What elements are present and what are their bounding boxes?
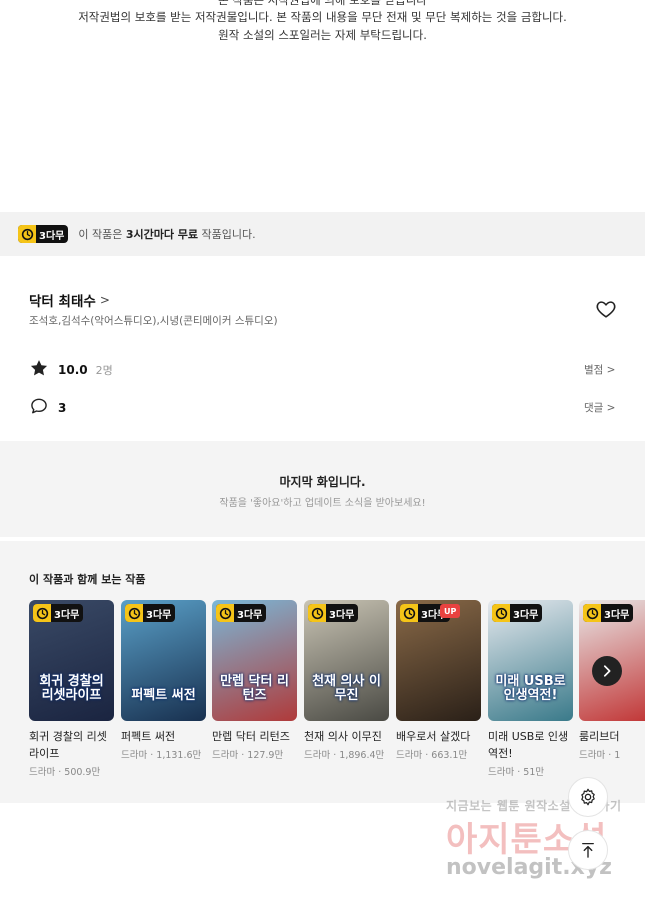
arrow-up-icon [582, 842, 594, 858]
recommendation-title[interactable]: 룸리브더 [579, 728, 645, 745]
rating-row: 10.0 2명 [29, 358, 113, 382]
free-badge: 3다무 [492, 604, 543, 622]
chevron-right-icon: > [99, 293, 110, 307]
recommendation-meta: 드라마 · 500.9만 [29, 767, 101, 778]
last-episode-title: 마지막 화입니다. [279, 475, 366, 489]
rating-score: 10.0 [58, 363, 88, 377]
free-badge-label: 3다무 [329, 609, 355, 621]
free-badge: 3다무 [125, 604, 176, 622]
free-badge-label: 3다무 [146, 609, 172, 621]
free-schedule-bar: 3다무 이 작품은 3시간마다 무료 작품입니다. [0, 212, 645, 256]
free-badge: 3다무 [33, 604, 84, 622]
notice-line-2: 원작 소설의 스포일러는 자제 부탁드립니다. [218, 28, 427, 42]
recommendation-title[interactable]: 배우로서 살겠다 [396, 728, 481, 745]
recommendation-title[interactable]: 만렙 닥터 리턴즈 [212, 728, 297, 745]
recommendations-section: 이 작품과 함께 보는 작품 3다무회귀 경찰의 리셋라이프회귀 경찰의 리셋 … [0, 541, 645, 803]
free-badge-label: 3다무 [604, 609, 630, 621]
cover-title-art: 퍼펙트 써전 [131, 688, 196, 703]
recommendation-thumbnail[interactable]: 3다무미래 USB로 인생역전! [488, 600, 573, 721]
cover-title-art: 만렙 닥터 리턴즈 [220, 674, 289, 703]
clock-icon [400, 604, 418, 622]
recommendation-thumbnail[interactable]: 3다무천재 의사 이무진 [304, 600, 389, 721]
settings-button[interactable] [568, 777, 608, 817]
recommendation-meta: 드라마 · 127.9만 [212, 750, 284, 761]
comments-link[interactable]: 댓글 > [584, 400, 615, 415]
recommendation-thumbnail[interactable]: 3다무퍼펙트 써전 [121, 600, 206, 721]
cover-title-art: 미래 USB로 인생역전! [495, 674, 566, 703]
recommendation-card[interactable]: 3다무 만렙 닥터 리턴즈 만렙 닥터 리턴즈 드라마 · 127.9만 [212, 600, 297, 761]
work-authors: 조석호,김석수(악어스튜디오),시녕(콘티메이커 스튜디오) [29, 315, 278, 327]
notice-line-1: 저작권법의 보호를 받는 저작권물입니다. 본 작품의 내용을 무단 전재 및 … [78, 10, 567, 24]
free-message-highlight: 3시간마다 무료 [125, 228, 199, 241]
recommendation-meta: 드라마 · 1,896.4만 [304, 750, 385, 761]
recommendation-card[interactable]: 3다무 퍼펙트 써전 퍼펙트 써전 드라마 · 1,131.6만 [121, 600, 206, 761]
work-title-link[interactable]: 닥터 최태수 > [29, 290, 110, 310]
free-badge: 3다무 [18, 225, 69, 243]
carousel-next-button[interactable] [592, 656, 622, 686]
clock-icon [308, 604, 326, 622]
cover-title-art: 천재 의사 이무진 [312, 674, 381, 703]
recommendations-heading: 이 작품과 함께 보는 작품 [29, 573, 146, 586]
notice-line-0: 본 작품은 저작권법에 의해 보호를 받습니다 [218, 0, 427, 7]
clock-icon [18, 225, 36, 243]
star-icon [29, 358, 49, 382]
work-info: 닥터 최태수 > 조석호,김석수(악어스튜디오),시녕(콘티메이커 스튜디오) … [0, 256, 645, 438]
recommendation-card[interactable]: 3다무 천재 의사 이무진 천재 의사 이무진 드라마 · 1,896.4만 [304, 600, 389, 761]
clock-icon [492, 604, 510, 622]
free-badge-label: 3다무 [237, 609, 263, 621]
cover-title-art: 회귀 경찰의 리셋라이프 [39, 674, 104, 703]
free-message: 이 작품은 3시간마다 무료 작품입니다. [78, 226, 255, 242]
recommendation-title[interactable]: 퍼펙트 써전 [121, 728, 206, 745]
clock-icon [125, 604, 143, 622]
last-episode-subtitle: 작품을 '좋아요'하고 업데이트 소식을 받아보세요! [219, 498, 426, 509]
recommendation-title[interactable]: 미래 USB로 인생역전! [488, 728, 573, 762]
recommendation-card[interactable]: 3다무 미래 USB로 인생역전! 미래 USB로 인생역전! 드라마 · 51만 [488, 600, 573, 778]
scroll-top-button[interactable] [568, 830, 608, 870]
recommendation-thumbnail[interactable]: 3다무 UP [396, 600, 481, 721]
clock-icon [33, 604, 51, 622]
recommendation-card[interactable]: 3다무회귀 경찰의 리셋라이프회귀 경찰의 리셋 라이프드라마 · 500.9만 [29, 600, 114, 778]
recommendation-card[interactable]: 3다무 UP 배우로서 살겠다드라마 · 663.1만 [396, 600, 481, 761]
up-badge: UP [440, 604, 461, 618]
comment-icon [29, 396, 49, 420]
clock-icon [583, 604, 601, 622]
free-badge-label: 3다무 [39, 230, 65, 242]
recommendation-title[interactable]: 회귀 경찰의 리셋 라이프 [29, 728, 114, 762]
free-badge: 3다무 [583, 604, 634, 622]
recommendation-thumbnail[interactable]: 3다무만렙 닥터 리턴즈 [212, 600, 297, 721]
recommendation-meta: 드라마 · 51만 [488, 767, 545, 778]
recommendation-thumbnail[interactable]: 3다무회귀 경찰의 리셋라이프 [29, 600, 114, 721]
comment-count: 3 [58, 401, 67, 415]
recommendation-meta: 드라마 · 663.1만 [396, 750, 468, 761]
recommendation-title[interactable]: 천재 의사 이무진 [304, 728, 389, 745]
free-badge-label: 3다무 [513, 609, 539, 621]
free-message-suffix: 작품입니다. [201, 228, 256, 241]
recommendation-meta: 드라마 · 1,131.6만 [121, 750, 202, 761]
free-message-prefix: 이 작품은 [78, 228, 123, 241]
chevron-right-icon [603, 665, 611, 677]
gear-icon [581, 788, 595, 806]
copyright-notice: 본 작품은 저작권법에 의해 보호를 받습니다 저작권법의 보호를 받는 저작권… [0, 0, 645, 212]
free-badge: 3다무 [308, 604, 359, 622]
heart-icon[interactable] [595, 298, 617, 320]
recommendation-meta: 드라마 · 1 [579, 750, 621, 761]
free-badge: 3다무 [216, 604, 267, 622]
free-badge-label: 3다무 [54, 609, 80, 621]
comment-row: 3 [29, 396, 66, 420]
rating-link[interactable]: 별점 > [584, 362, 615, 377]
clock-icon [216, 604, 234, 622]
last-episode-panel: 마지막 화입니다. 작품을 '좋아요'하고 업데이트 소식을 받아보세요! [0, 441, 645, 537]
work-title: 닥터 최태수 [29, 294, 96, 310]
rating-count: 2명 [95, 364, 113, 377]
